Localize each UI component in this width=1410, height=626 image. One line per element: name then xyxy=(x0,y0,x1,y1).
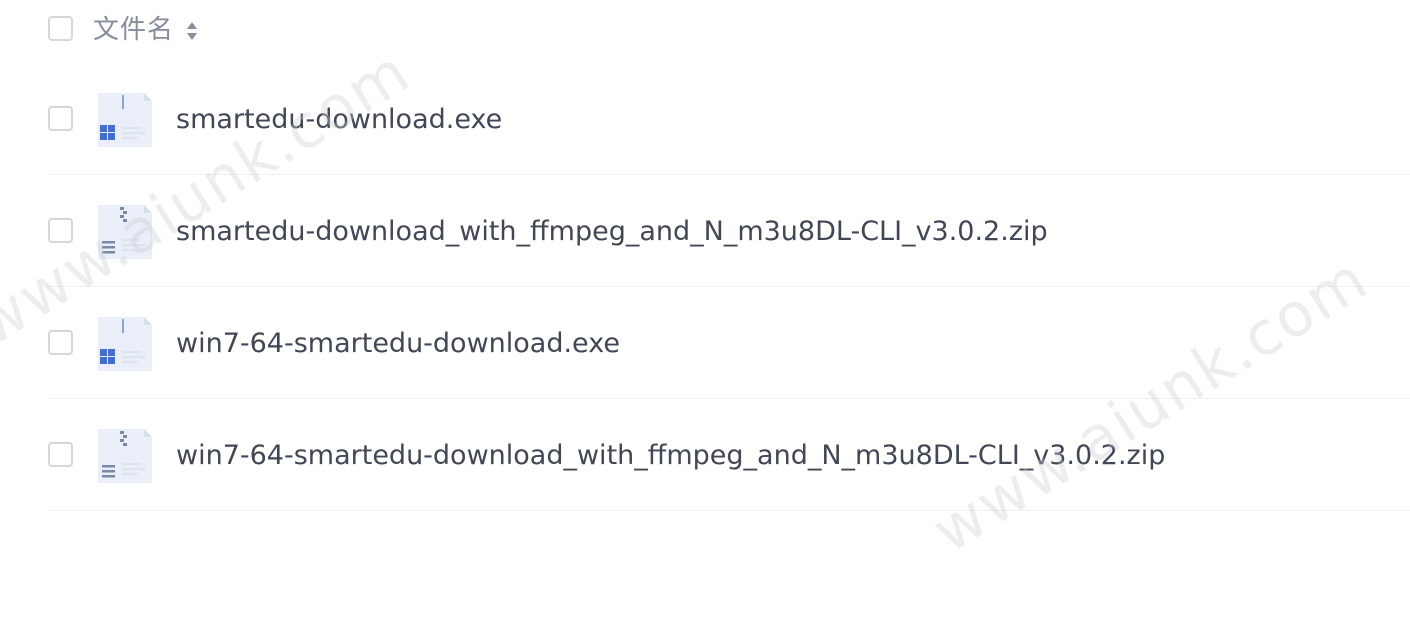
file-list: smartedu-download.exe smartedu-download_… xyxy=(0,63,1410,511)
file-name[interactable]: win7-64-smartedu-download.exe xyxy=(176,324,620,364)
row-checkbox[interactable] xyxy=(48,218,73,243)
row-checkbox[interactable] xyxy=(48,106,73,131)
file-list-header: 文件名 xyxy=(0,0,1410,62)
row-checkbox[interactable] xyxy=(48,442,73,467)
file-row[interactable]: win7-64-smartedu-download.exe xyxy=(48,287,1410,399)
select-all-checkbox[interactable] xyxy=(48,16,73,41)
exe-file-icon xyxy=(98,317,152,371)
file-row[interactable]: smartedu-download.exe xyxy=(48,63,1410,175)
exe-file-icon xyxy=(98,93,152,147)
file-name[interactable]: win7-64-smartedu-download_with_ffmpeg_an… xyxy=(176,436,1165,476)
filename-column-header[interactable]: 文件名 xyxy=(93,12,174,48)
zip-file-icon xyxy=(98,429,152,483)
file-list-page: 文件名 smartedu-download.exe smartedu-downl… xyxy=(0,0,1410,626)
row-checkbox[interactable] xyxy=(48,330,73,355)
file-name[interactable]: smartedu-download_with_ffmpeg_and_N_m3u8… xyxy=(176,212,1048,252)
sort-icon[interactable] xyxy=(186,20,198,42)
file-name[interactable]: smartedu-download.exe xyxy=(176,100,502,140)
zip-file-icon xyxy=(98,205,152,259)
file-row[interactable]: win7-64-smartedu-download_with_ffmpeg_an… xyxy=(48,399,1410,511)
file-row[interactable]: smartedu-download_with_ffmpeg_and_N_m3u8… xyxy=(48,175,1410,287)
